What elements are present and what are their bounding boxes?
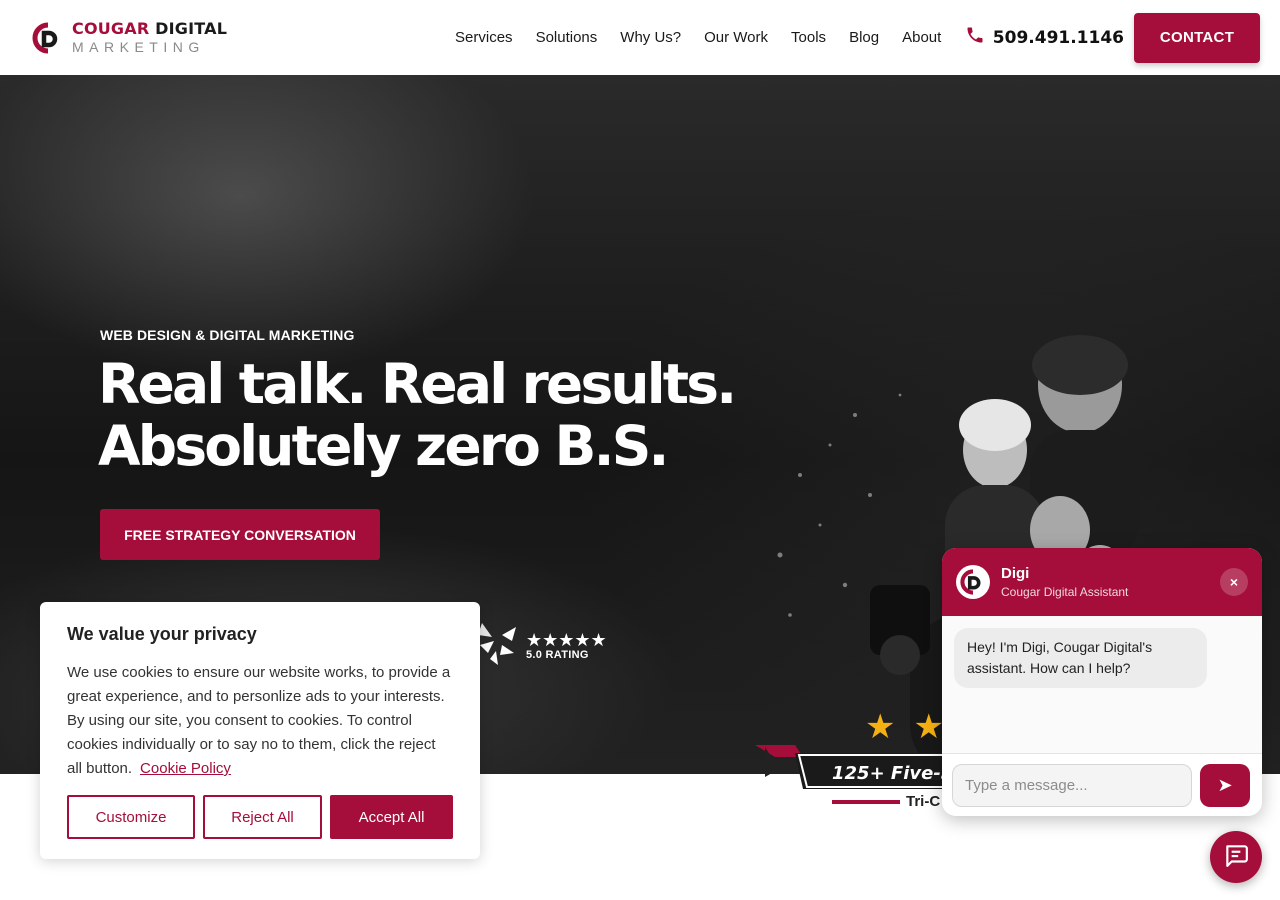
- star-icon: ★: [865, 708, 896, 746]
- hero-headline-line-1: Real talk. Real results.: [98, 352, 737, 416]
- phone-link[interactable]: 509.491.1146: [965, 25, 1124, 50]
- customize-button[interactable]: Customize: [67, 795, 195, 839]
- nav-item-our-work[interactable]: Our Work: [693, 29, 780, 46]
- site-header: COUGAR DIGITAL MARKETING Services Soluti…: [0, 0, 1280, 75]
- review-badge-text: 125+ Five-S: [832, 763, 954, 784]
- chat-header: Digi Cougar Digital Assistant ×: [942, 548, 1262, 616]
- free-strategy-button[interactable]: FREE STRATEGY CONVERSATION: [100, 509, 380, 560]
- cookie-policy-link[interactable]: Cookie Policy: [140, 760, 231, 777]
- main-nav: Services Solutions Why Us? Our Work Tool…: [444, 12, 1260, 63]
- nav-item-services[interactable]: Services: [444, 29, 525, 46]
- chat-messages: Hey! I'm Digi, Cougar Digital's assistan…: [942, 616, 1262, 753]
- cookie-title: We value your privacy: [67, 624, 257, 644]
- hero-headline-line-2: Absolutely zero B.S.: [98, 414, 669, 478]
- logo-mark-icon: [32, 22, 64, 54]
- accept-all-button[interactable]: Accept All: [330, 795, 453, 839]
- phone-icon: [965, 25, 985, 50]
- chat-send-button[interactable]: ➤: [1200, 763, 1250, 807]
- logo-word-cougar: COUGAR: [72, 19, 150, 38]
- nav-item-why-us[interactable]: Why Us?: [609, 29, 693, 46]
- chat-launcher-button[interactable]: [1210, 831, 1262, 883]
- cookie-body: We use cookies to ensure our website wor…: [67, 661, 453, 781]
- chat-assistant-subtitle: Cougar Digital Assistant: [1001, 585, 1129, 599]
- cookie-body-text: We use cookies to ensure our website wor…: [67, 664, 451, 777]
- send-icon: ➤: [1217, 774, 1233, 795]
- logo[interactable]: COUGAR DIGITAL MARKETING: [32, 21, 227, 54]
- reject-all-button[interactable]: Reject All: [203, 795, 322, 839]
- star-icon: ★: [913, 708, 944, 746]
- nav-item-blog[interactable]: Blog: [838, 29, 891, 46]
- chat-assistant-name: Digi: [1001, 565, 1030, 582]
- chat-avatar-icon: [956, 565, 990, 599]
- logo-word-marketing: MARKETING: [72, 39, 205, 55]
- review-badge-subtext: Tri-C: [906, 793, 941, 810]
- nav-item-about[interactable]: About: [891, 29, 953, 46]
- phone-number: 509.491.1146: [992, 27, 1124, 48]
- cookie-consent-banner: We value your privacy We use cookies to …: [40, 602, 480, 859]
- hero-headline: Real talk. Real results. Absolutely zero…: [98, 352, 737, 478]
- nav-item-solutions[interactable]: Solutions: [524, 29, 609, 46]
- nav-item-tools[interactable]: Tools: [780, 29, 838, 46]
- yelp-rating: ★★★★★ 5.0 RATING: [478, 615, 607, 676]
- chat-widget: Digi Cougar Digital Assistant × Hey! I'm…: [942, 548, 1262, 816]
- chat-bubble-icon: [1223, 842, 1249, 873]
- chat-close-button[interactable]: ×: [1220, 568, 1248, 596]
- rating-text: 5.0 RATING: [526, 648, 589, 661]
- hero-eyebrow: WEB DESIGN & DIGITAL MARKETING: [100, 327, 355, 343]
- badge-divider: [832, 800, 900, 804]
- chat-message-input[interactable]: [952, 763, 1192, 807]
- chat-input-row: ➤: [942, 753, 1262, 816]
- rating-stars: ★★★★★: [526, 629, 607, 650]
- yelp-burst-icon: [478, 615, 520, 676]
- contact-button[interactable]: CONTACT: [1134, 12, 1260, 63]
- chat-greeting-message: Hey! I'm Digi, Cougar Digital's assistan…: [954, 628, 1207, 688]
- logo-word-digital: DIGITAL: [155, 19, 228, 38]
- cookie-buttons: Customize Reject All Accept All: [67, 795, 453, 839]
